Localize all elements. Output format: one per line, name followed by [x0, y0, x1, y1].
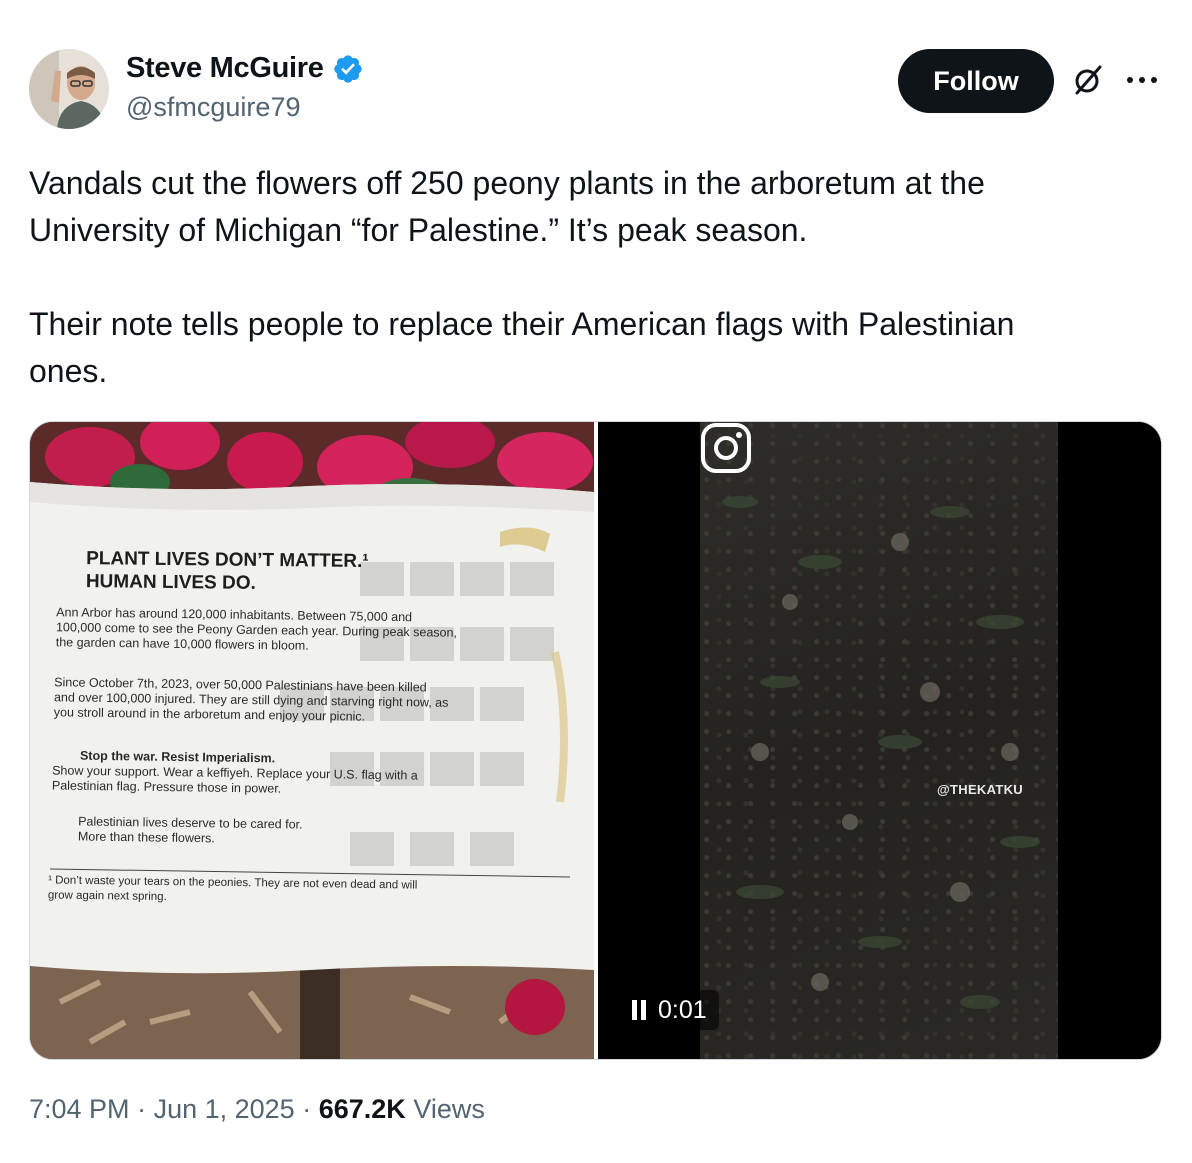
- protest-note: PLANT LIVES DON’T MATTER.¹ HUMAN LIVES D…: [30, 484, 594, 964]
- views-count: 667.2K: [318, 1094, 406, 1124]
- views-label: Views: [413, 1094, 485, 1124]
- note-title: PLANT LIVES DON’T MATTER.¹ HUMAN LIVES D…: [85, 548, 369, 594]
- meta-separator: ·: [302, 1094, 319, 1124]
- note-paragraph-3: Show your support. Wear a keffiyeh. Repl…: [51, 763, 418, 796]
- tweet-date[interactable]: Jun 1, 2025: [154, 1094, 295, 1124]
- video-elapsed: 0:01: [658, 995, 707, 1024]
- note-footnote: ¹ Don’t waste your tears on the peonies.…: [47, 874, 418, 904]
- video-frame-foliage: [722, 496, 1040, 1009]
- avatar[interactable]: [29, 49, 109, 129]
- video-player[interactable]: @THEKATKU 0:01: [598, 422, 1161, 1059]
- note-paragraph-2: Since October 7th, 2023, over 50,000 Pal…: [53, 675, 449, 724]
- tweet-meta: 7:04 PM · Jun 1, 2025 · 667.2K Views: [29, 1094, 485, 1125]
- grok-icon[interactable]: [1070, 62, 1106, 98]
- video-watermark: @THEKATKU: [937, 782, 1023, 797]
- note-paragraph-4: Palestinian lives deserve to be cared fo…: [77, 814, 303, 846]
- meta-separator: ·: [137, 1094, 154, 1124]
- pause-icon[interactable]: [632, 1000, 646, 1020]
- tweet-time[interactable]: 7:04 PM: [29, 1094, 130, 1124]
- follow-button[interactable]: Follow: [898, 49, 1054, 113]
- video-frame: @THEKATKU: [700, 422, 1058, 1059]
- note-paragraph-1: Ann Arbor has around 120,000 inhabitants…: [55, 605, 458, 653]
- media-grid: PLANT LIVES DON’T MATTER.¹ HUMAN LIVES D…: [29, 421, 1162, 1060]
- author-name[interactable]: Steve McGuire: [126, 52, 324, 85]
- author-handle[interactable]: @sfmcguire79: [126, 92, 300, 123]
- instagram-icon: [701, 423, 751, 473]
- video-timer[interactable]: 0:01: [620, 990, 719, 1030]
- verified-badge-icon: [333, 54, 362, 83]
- tweet-text: Vandals cut the flowers off 250 peony pl…: [29, 165, 1015, 389]
- more-icon[interactable]: [1122, 68, 1162, 92]
- sign-photo[interactable]: PLANT LIVES DON’T MATTER.¹ HUMAN LIVES D…: [30, 422, 594, 1059]
- author-name-row[interactable]: Steve McGuire: [126, 52, 364, 85]
